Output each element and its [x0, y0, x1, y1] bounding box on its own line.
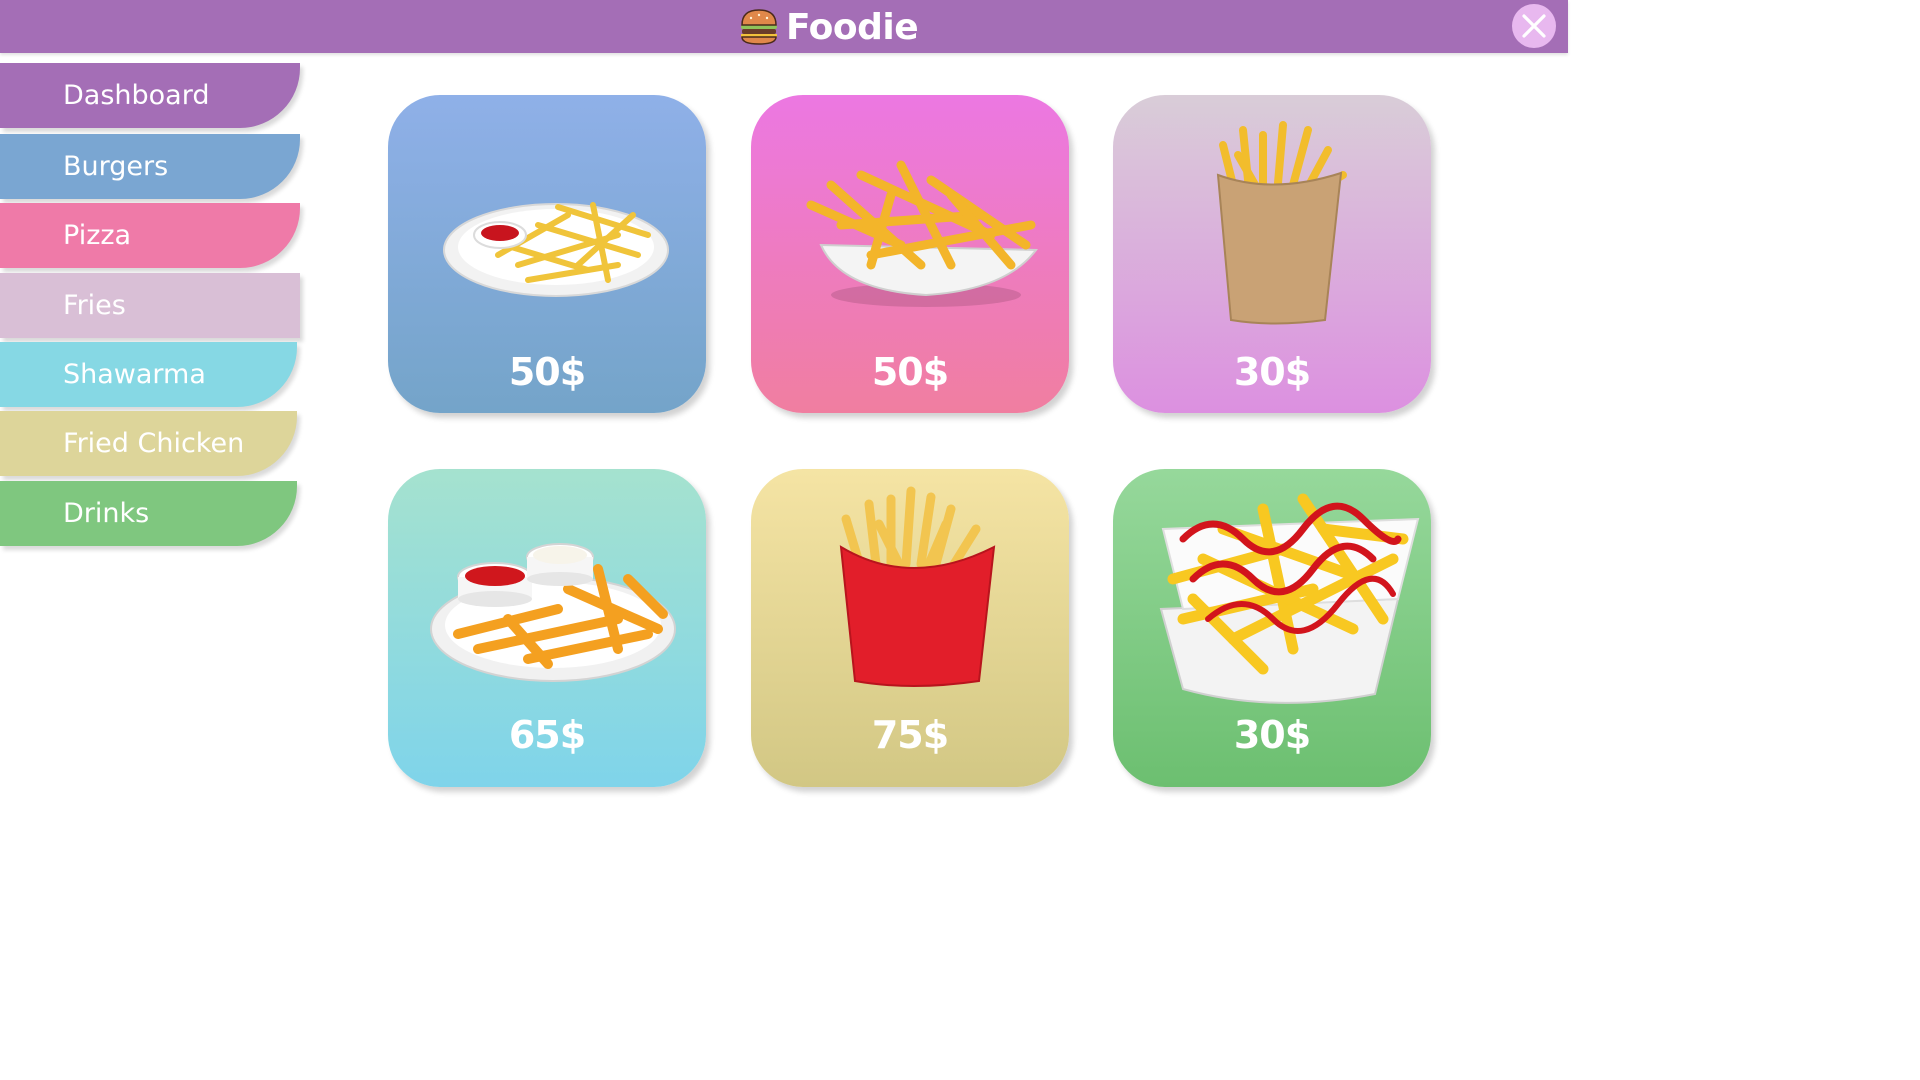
sidebar-item-label: Burgers — [63, 151, 169, 182]
fries-cup-image — [1216, 121, 1347, 325]
product-price: 50$ — [871, 350, 949, 394]
product-price: 50$ — [508, 350, 586, 394]
fries-dips-image — [430, 543, 676, 682]
sidebar-item-label: Drinks — [63, 498, 150, 529]
sidebar-item-label: Fried Chicken — [63, 428, 245, 459]
close-button[interactable] — [1512, 4, 1556, 48]
fries-tray-image — [806, 160, 1038, 307]
app-window: Foodie Dashboard Burgers Pizza Fries Sha… — [0, 0, 1568, 882]
sidebar-item-label: Pizza — [63, 220, 132, 251]
title-bar: Foodie — [0, 0, 1568, 53]
sidebar-item-burgers[interactable]: Burgers — [0, 134, 300, 199]
product-price: 75$ — [871, 713, 949, 757]
sidebar-item-label: Dashboard — [63, 80, 210, 111]
burger-icon — [741, 9, 777, 45]
product-card[interactable]: 65$ — [388, 469, 706, 787]
product-card[interactable]: 50$ — [751, 95, 1069, 413]
product-price: 65$ — [508, 713, 586, 757]
product-price: 30$ — [1233, 350, 1311, 394]
sidebar-item-label: Shawarma — [63, 359, 206, 390]
fries-red-box-image — [839, 486, 996, 687]
sidebar-item-dashboard[interactable]: Dashboard — [0, 63, 300, 128]
product-price: 30$ — [1233, 713, 1311, 757]
sidebar-item-fried-chicken[interactable]: Fried Chicken — [0, 411, 297, 476]
product-card[interactable]: 50$ — [388, 95, 706, 413]
fries-plate-image — [443, 202, 669, 297]
brand: Foodie — [738, 4, 919, 50]
product-card[interactable]: 75$ — [751, 469, 1069, 787]
sidebar-item-drinks[interactable]: Drinks — [0, 481, 297, 546]
sidebar-item-label: Fries — [63, 290, 126, 321]
product-card[interactable]: 30$ — [1113, 95, 1431, 413]
app-title: Foodie — [786, 6, 919, 48]
sidebar-item-shawarma[interactable]: Shawarma — [0, 342, 297, 407]
sidebar-item-pizza[interactable]: Pizza — [0, 203, 300, 268]
close-icon — [1522, 14, 1546, 38]
fries-box-ketchup-image — [1159, 493, 1420, 704]
sidebar-item-fries[interactable]: Fries — [0, 273, 300, 338]
product-card[interactable]: 30$ — [1113, 469, 1431, 787]
